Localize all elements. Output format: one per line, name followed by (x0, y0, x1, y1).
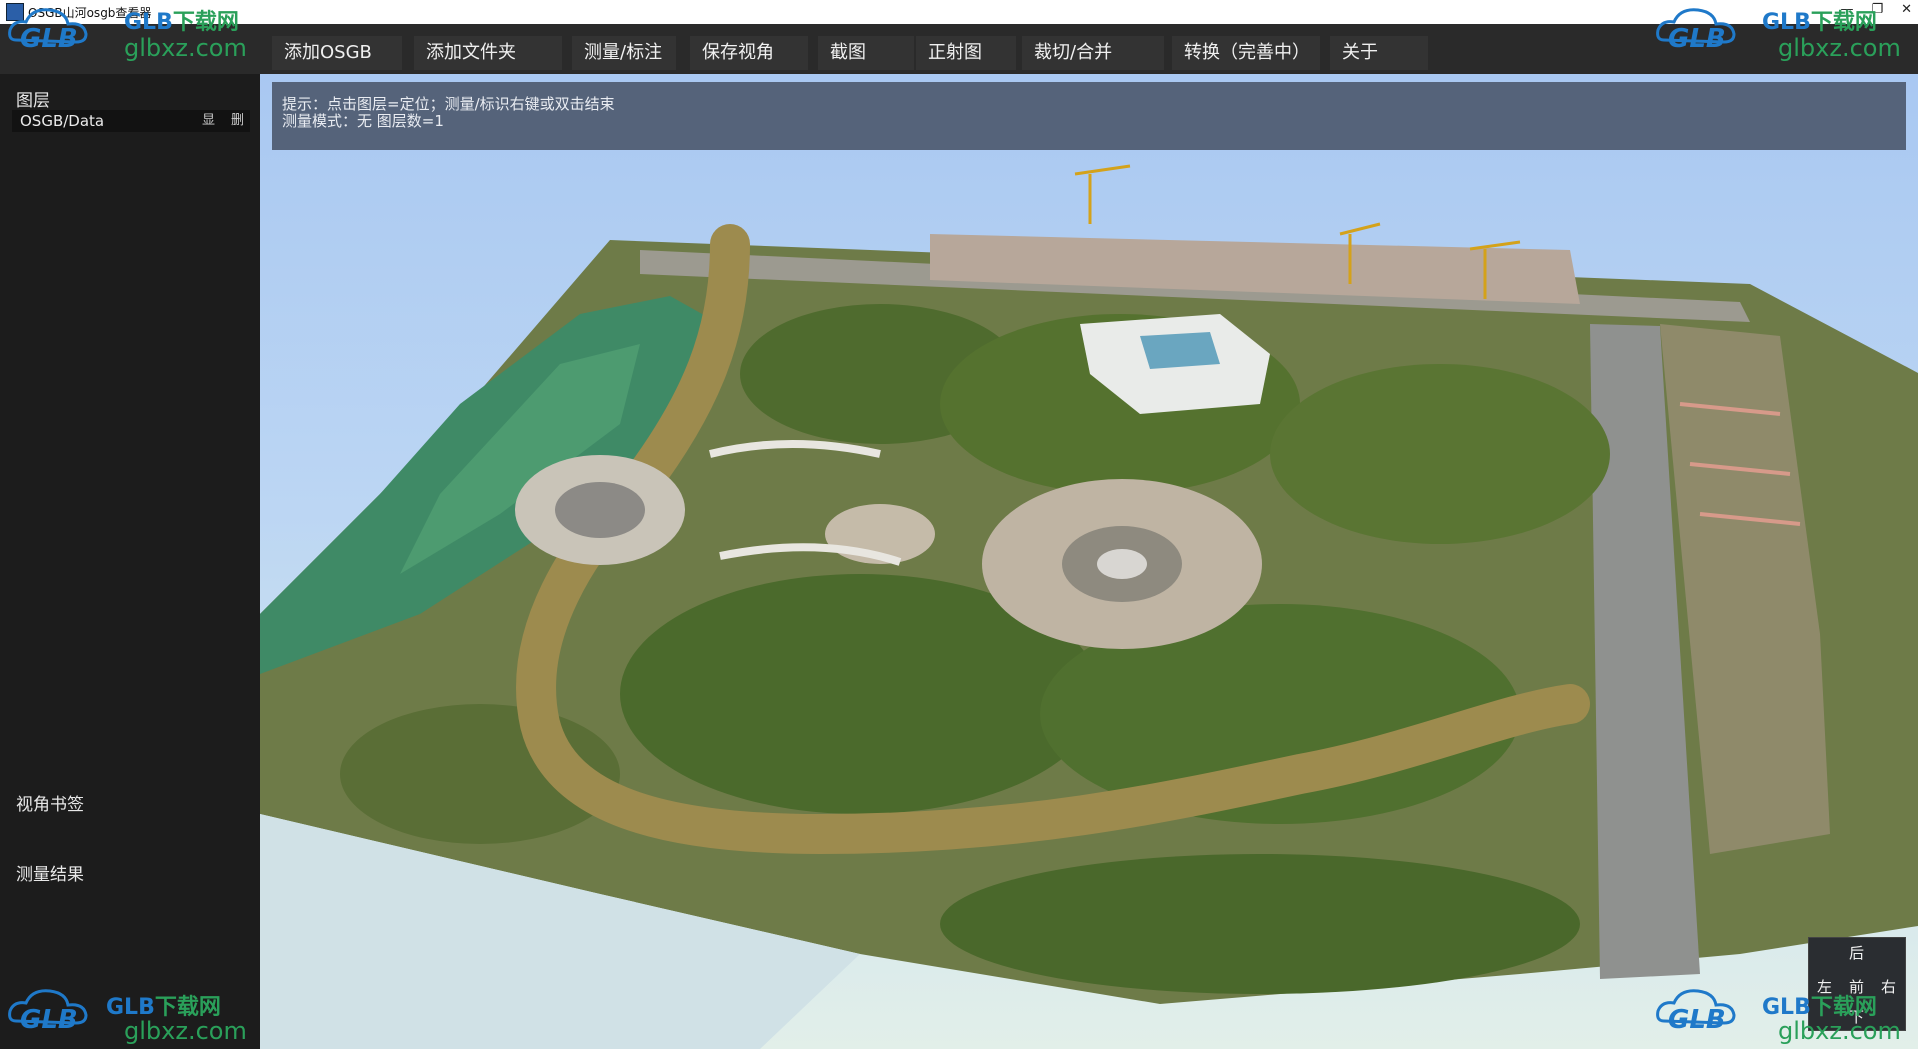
watermark-url: glbxz.com (1778, 34, 1901, 62)
layer-delete-button[interactable]: 删 (231, 110, 244, 132)
layer-name: OSGB/Data (20, 112, 105, 130)
info-panel: 提示：点击图层=定位；测量/标识右键或双击结束 测量模式：无 图层数=1 (272, 82, 1906, 150)
layer-item[interactable]: OSGB/Data 显 删 (12, 110, 250, 132)
menu-ortho-image[interactable]: 正射图 (916, 36, 1016, 70)
aerial-model[interactable] (260, 74, 1918, 1049)
glb-logo-text: GLB (20, 1005, 78, 1035)
3d-viewport[interactable]: 提示：点击图层=定位；测量/标识右键或双击结束 测量模式：无 图层数=1 (260, 74, 1918, 1049)
title-bar: OSGB山河osgb查看器 — ❐ ✕ (0, 0, 1918, 24)
measure-results-title: 测量结果 (16, 865, 84, 885)
glb-logo-text: GLB (20, 24, 78, 54)
watermark-top-left: GLB glbxz.com GLB下载网 (0, 0, 270, 70)
menu-screenshot[interactable]: 截图 (818, 36, 914, 70)
glb-logo-text: GLB (1668, 24, 1726, 54)
bookmarks-title: 视角书签 (16, 795, 84, 815)
menu-clip-merge[interactable]: 裁切/合并 (1022, 36, 1164, 70)
menu-add-folder[interactable]: 添加文件夹 (414, 36, 562, 70)
menu-bar: 添加OSGB 添加文件夹 测量/标注 保存视角 截图 正射图 裁切/合并 转换（… (0, 24, 1918, 74)
watermark-top-right: GLB glbxz.com GLB下载网 (1650, 0, 1918, 70)
menu-measure-annotate[interactable]: 测量/标注 (572, 36, 676, 70)
layers-title: 图层 (16, 91, 50, 111)
menu-convert[interactable]: 转换（完善中） (1172, 36, 1320, 70)
watermark-bottom-right: GLB GLB下载网 glbxz.com (1650, 985, 1918, 1049)
sidebar: 图层 OSGB/Data 显 删 视角书签 测量结果 (0, 74, 260, 1049)
nav-back-button[interactable]: 后 (1849, 942, 1864, 963)
watermark-url: glbxz.com (124, 1017, 247, 1045)
watermark-bottom-left: GLB GLB下载网 glbxz.com (0, 985, 270, 1049)
watermark-url: glbxz.com (124, 34, 247, 62)
menu-about[interactable]: 关于 (1330, 36, 1428, 70)
glb-logo-text: GLB (1668, 1005, 1726, 1035)
status-text: 测量模式：无 图层数=1 (282, 112, 444, 130)
layer-show-button[interactable]: 显 (202, 110, 215, 132)
menu-save-view[interactable]: 保存视角 (690, 36, 808, 70)
watermark-brand: GLB下载网 (1762, 10, 1877, 35)
watermark-brand: GLB下载网 (124, 10, 239, 35)
watermark-url: glbxz.com (1778, 1017, 1901, 1045)
menu-add-osgb[interactable]: 添加OSGB (272, 36, 402, 70)
hint-text: 提示：点击图层=定位；测量/标识右键或双击结束 (282, 95, 615, 113)
